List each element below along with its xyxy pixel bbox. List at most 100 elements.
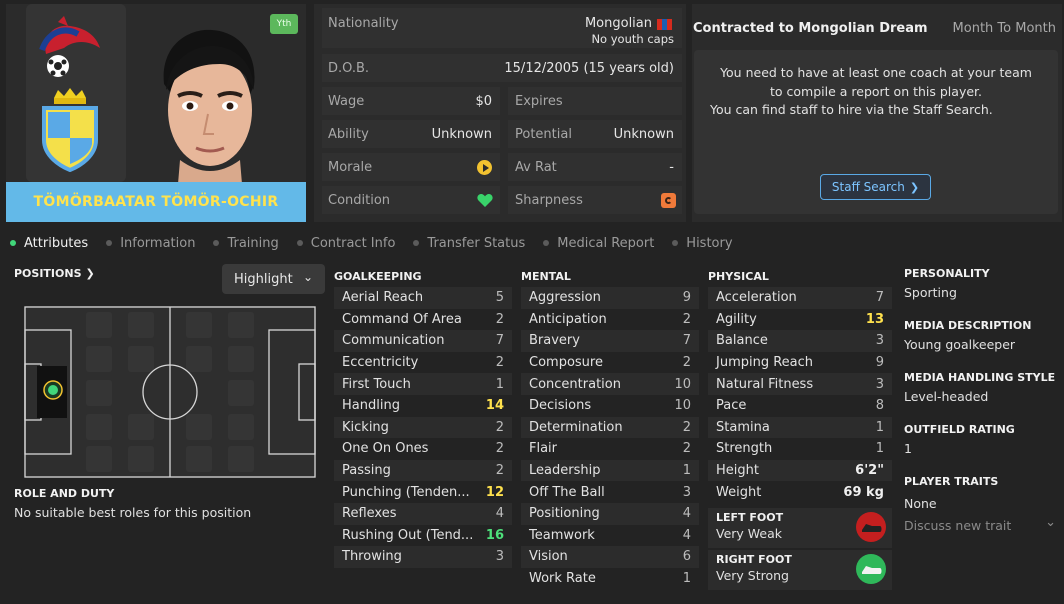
attribute-row[interactable]: Composure 2 [521,352,699,374]
attribute-value: 1 [682,571,691,587]
attribute-row[interactable]: Punching (Tenden... 12 [334,481,512,503]
ability-value: Unknown [431,126,492,142]
report-message: You need to have at least one coach at y… [700,64,1052,120]
attribute-row[interactable]: Handling 14 [334,395,512,417]
attribute-name: Concentration [529,376,621,392]
attribute-name: Weight [716,484,762,500]
attribute-value: 1 [875,441,884,457]
attribute-name: Kicking [342,419,389,435]
attribute-row[interactable]: Command Of Area 2 [334,309,512,331]
attribute-row[interactable]: First Touch 1 [334,373,512,395]
attribute-value: 13 [865,311,884,327]
attribute-row[interactable]: Pace 8 [708,395,892,417]
condition-heart-icon[interactable] [477,193,493,208]
attribute-row[interactable]: Communication 7 [334,330,512,352]
player-traits-value: None [904,496,937,511]
attribute-row[interactable]: Jumping Reach 9 [708,352,892,374]
tab-label: Medical Report [557,235,655,251]
morale-icon[interactable] [477,160,492,175]
attribute-name: Strength [716,441,773,457]
attribute-row[interactable]: Agility 13 [708,309,892,331]
potential-row: Potential Unknown [508,120,682,148]
attribute-value: 6 [682,549,691,565]
attribute-row[interactable]: Balance 3 [708,330,892,352]
potential-label: Potential [515,126,572,142]
attribute-value: 2 [495,419,504,435]
attribute-name: Rushing Out (Tend... [342,527,474,543]
attribute-row[interactable]: Work Rate 1 [521,568,699,590]
media-handling-value: Level-headed [904,389,989,404]
attribute-value: 4 [682,506,691,522]
attribute-row[interactable]: Acceleration 7 [708,287,892,309]
attribute-row[interactable]: Determination 2 [521,416,699,439]
attribute-value: 7 [495,333,504,349]
right-foot-label: RIGHT FOOT [716,553,792,566]
attribute-value: 7 [682,333,691,349]
attribute-row[interactable]: Reflexes 4 [334,503,512,525]
tab-training[interactable]: Training [213,233,279,253]
attribute-row[interactable]: Teamwork 4 [521,525,699,547]
attribute-row[interactable]: Vision 6 [521,546,699,568]
attribute-name: Height [716,463,759,479]
attribute-row[interactable]: Rushing Out (Tend... 16 [334,525,512,547]
personality-label: PERSONALITY [904,267,990,280]
attribute-row[interactable]: Natural Fitness 3 [708,373,892,395]
discuss-trait-dropdown[interactable]: Discuss new trait ⌄ [904,515,1060,533]
mongolia-flag-icon [657,19,672,30]
attribute-value: 7 [875,290,884,306]
attribute-row[interactable]: Decisions 10 [521,395,699,417]
attribute-value: 4 [682,527,691,543]
wage-row: Wage $0 [322,87,500,115]
attribute-row[interactable]: Positioning 4 [521,503,699,525]
staff-search-button[interactable]: Staff Search ❯ [820,174,931,200]
attribute-row[interactable]: Aerial Reach 5 [334,287,512,309]
tab-label: Transfer Status [427,235,526,251]
tab-contract-info[interactable]: Contract Info [296,233,396,253]
attribute-row[interactable]: Bravery 7 [521,330,699,352]
attribute-value: 1 [682,463,691,479]
attribute-row[interactable]: Leadership 1 [521,459,699,482]
highlight-dropdown[interactable]: Highlight ⌄ [222,264,325,294]
attribute-row[interactable]: Off The Ball 3 [521,481,699,503]
player-traits-label: PLAYER TRAITS [904,475,999,488]
gk-position-dot-icon [48,385,58,395]
tab-history[interactable]: History [672,233,733,253]
tab-label: Contract Info [310,235,396,251]
attribute-row[interactable]: Aggression 9 [521,287,699,309]
tab-medical-report[interactable]: Medical Report [543,233,654,253]
sharpness-icon[interactable] [661,193,676,208]
report-message-line1: You need to have at least one coach at y… [720,65,1032,99]
tab-transfer-status[interactable]: Transfer Status [413,233,525,253]
attribute-row[interactable]: Weight 69 kg [708,481,892,503]
attribute-name: Reflexes [342,506,397,522]
attribute-name: One On Ones [342,441,429,457]
attribute-value: 2 [682,419,691,435]
tab-information[interactable]: Information [106,233,195,253]
attribute-row[interactable]: Throwing 3 [334,546,512,568]
attribute-row[interactable]: Flair 2 [521,438,699,460]
attribute-name: Communication [342,333,445,349]
attribute-value: 10 [674,376,691,392]
attribute-row[interactable]: Kicking 2 [334,416,512,439]
morale-row: Morale [322,153,500,181]
attribute-value: 2 [495,355,504,371]
tab-attributes[interactable]: Attributes [10,233,88,253]
attribute-name: Pace [716,398,747,414]
attribute-row[interactable]: Concentration 10 [521,373,699,395]
attribute-name: Agility [716,311,757,327]
club-crest-icon [42,88,98,172]
attribute-value: 9 [875,355,884,371]
outfield-rating-value: 1 [904,441,912,456]
chevron-down-icon: ⌄ [302,270,313,284]
attribute-row[interactable]: Strength 1 [708,438,892,460]
attribute-row[interactable]: Anticipation 2 [521,309,699,331]
attribute-row[interactable]: Stamina 1 [708,416,892,439]
attribute-row[interactable]: Height 6'2" [708,459,892,482]
attribute-row[interactable]: Eccentricity 2 [334,352,512,374]
attribute-value: 2 [682,441,691,457]
attribute-row[interactable]: One On Ones 2 [334,438,512,460]
attribute-value: 9 [682,290,691,306]
attribute-value: 5 [495,290,504,306]
positions-link[interactable]: POSITIONS ❯ [14,267,95,280]
attribute-row[interactable]: Passing 2 [334,459,512,482]
